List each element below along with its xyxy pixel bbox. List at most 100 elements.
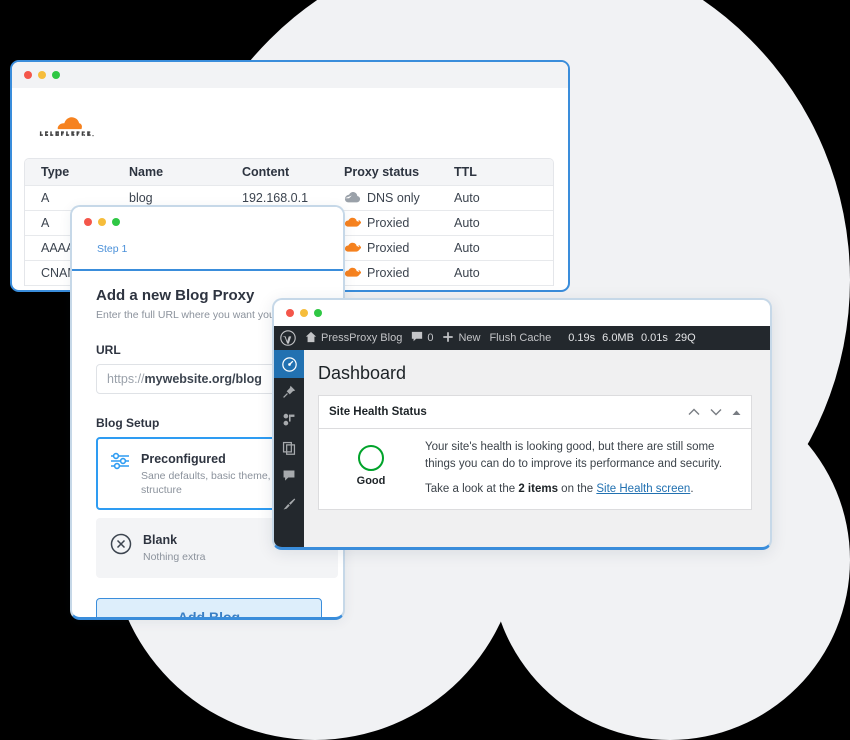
proxy-status-label: Proxied [367,215,410,230]
cloud-orange-icon [344,243,361,253]
health-paragraph: Your site's health is looking good, but … [425,441,723,470]
health-ring-icon [358,445,384,471]
perf-load-time: 0.19s [568,332,596,344]
cell-proxy-status: Proxied [344,216,454,230]
site-health-panel: Site Health Status Good Your site's heal… [318,395,752,511]
setup-option-description: Nothing extra [143,551,206,564]
page-title: Dashboard [318,363,407,383]
cloud-orange-icon [344,268,361,278]
close-window-dot[interactable] [84,218,92,226]
cta-prefix: Take a look at the [425,483,519,496]
wordpress-sidebar [274,350,304,547]
wordpress-admin-bar: PressProxy Blog 0 New Flush Cache 0.19s … [274,326,770,350]
cell-proxy-status: Proxied [344,241,454,255]
cell-ttl: Auto [454,215,480,230]
perf-query-count: 29Q [674,332,696,344]
cta-items-count: 2 items [518,483,558,496]
collapse-triangle-icon[interactable] [732,403,741,421]
column-header-proxy: Proxy status [344,164,420,179]
window-controls [24,71,60,79]
cta-middle: on the [557,483,597,496]
column-header-type: Type [41,164,70,179]
x-circle-icon [110,533,132,560]
site-name-label: PressProxy Blog [321,332,403,344]
close-window-dot[interactable] [286,309,294,317]
minimize-window-dot[interactable] [38,71,46,79]
pin-icon [283,385,296,398]
setup-option-text: Blank Nothing extra [143,531,205,565]
proxy-status-label: Proxied [367,265,410,280]
health-cta: Take a look at the 2 items on the Site H… [425,481,739,498]
cell-name: blog [129,190,153,205]
home-icon [305,331,317,346]
wordpress-titlebar [274,300,770,326]
sidebar-item-comments[interactable] [274,462,304,490]
cloud-orange-icon [344,218,361,228]
site-health-header: Site Health Status [319,396,751,429]
sidebar-item-media[interactable] [274,406,304,434]
comments-menu[interactable]: 0 [411,331,433,346]
cell-ttl: Auto [454,265,480,280]
column-header-ttl: TTL [454,164,477,179]
cell-content: 192.168.0.1 [242,190,309,205]
cloudflare-logo-icon [39,117,94,137]
proxy-status-label: DNS only [367,190,420,205]
modal-titlebar [72,207,343,237]
comment-icon [411,331,423,346]
window-controls [84,218,120,226]
new-content-menu[interactable]: New [442,331,480,346]
sidebar-item-dashboard[interactable] [274,350,304,378]
table-header-row: Type Name Content Proxy status TTL [25,158,553,186]
new-label: New [458,332,481,344]
flush-cache-button[interactable]: Flush Cache [489,332,551,344]
sidebar-item-pages[interactable] [274,434,304,462]
site-health-title: Site Health Status [329,406,427,418]
cta-suffix: . [690,483,694,496]
maximize-window-dot[interactable] [52,71,60,79]
minimize-window-dot[interactable] [300,309,308,317]
setup-option-title: Preconfigured [141,452,226,466]
maximize-window-dot[interactable] [314,309,322,317]
plus-icon [442,331,454,346]
cell-ttl: Auto [454,240,480,255]
maximize-window-dot[interactable] [112,218,120,226]
url-scheme-text: https:// [107,372,145,386]
wordpress-main: Dashboard Site Health Status Good Your s… [274,350,770,547]
perf-memory: 6.0MB [602,332,634,344]
column-header-name: Name [129,164,164,179]
close-window-dot[interactable] [24,71,32,79]
tab-step-1[interactable]: Step 1 [97,243,127,255]
wordpress-content: Dashboard Site Health Status Good Your s… [304,350,770,547]
comment-icon [283,470,295,481]
wordpress-logo-icon[interactable] [280,330,296,346]
chevron-down-icon[interactable] [710,403,722,421]
column-header-content: Content [242,164,290,179]
comments-count: 0 [427,332,434,344]
window-controls [286,309,322,317]
media-icon [283,413,295,426]
panel-actions [688,403,741,421]
sidebar-item-appearance[interactable] [274,490,304,518]
cloud-gray-icon [344,192,361,203]
performance-metrics: 0.19s 6.0MB 0.01s 29Q [568,332,695,344]
cloudflare-titlebar [12,62,568,88]
sidebar-item-posts[interactable] [274,378,304,406]
brush-icon [283,498,296,510]
pages-icon [282,441,296,455]
dashboard-gauge-icon [281,356,297,372]
site-name-menu[interactable]: PressProxy Blog [305,331,402,346]
cell-proxy-status: Proxied [344,266,454,280]
step-tabs: Step 1 [72,237,343,271]
sliders-icon [110,452,130,475]
site-health-screen-link[interactable]: Site Health screen [596,483,690,495]
site-health-body: Good Your site's health is looking good,… [319,429,751,509]
chevron-up-icon[interactable] [688,403,700,421]
perf-query-time: 0.01s [640,332,668,344]
health-text: Your site's health is looking good, but … [425,439,739,498]
cell-proxy-status: DNS only [344,191,454,205]
minimize-window-dot[interactable] [98,218,106,226]
proxy-status-label: Proxied [367,240,410,255]
add-blog-button[interactable]: Add Blog [96,597,322,617]
health-gauge: Good [331,439,411,498]
health-status-label: Good [356,475,386,487]
